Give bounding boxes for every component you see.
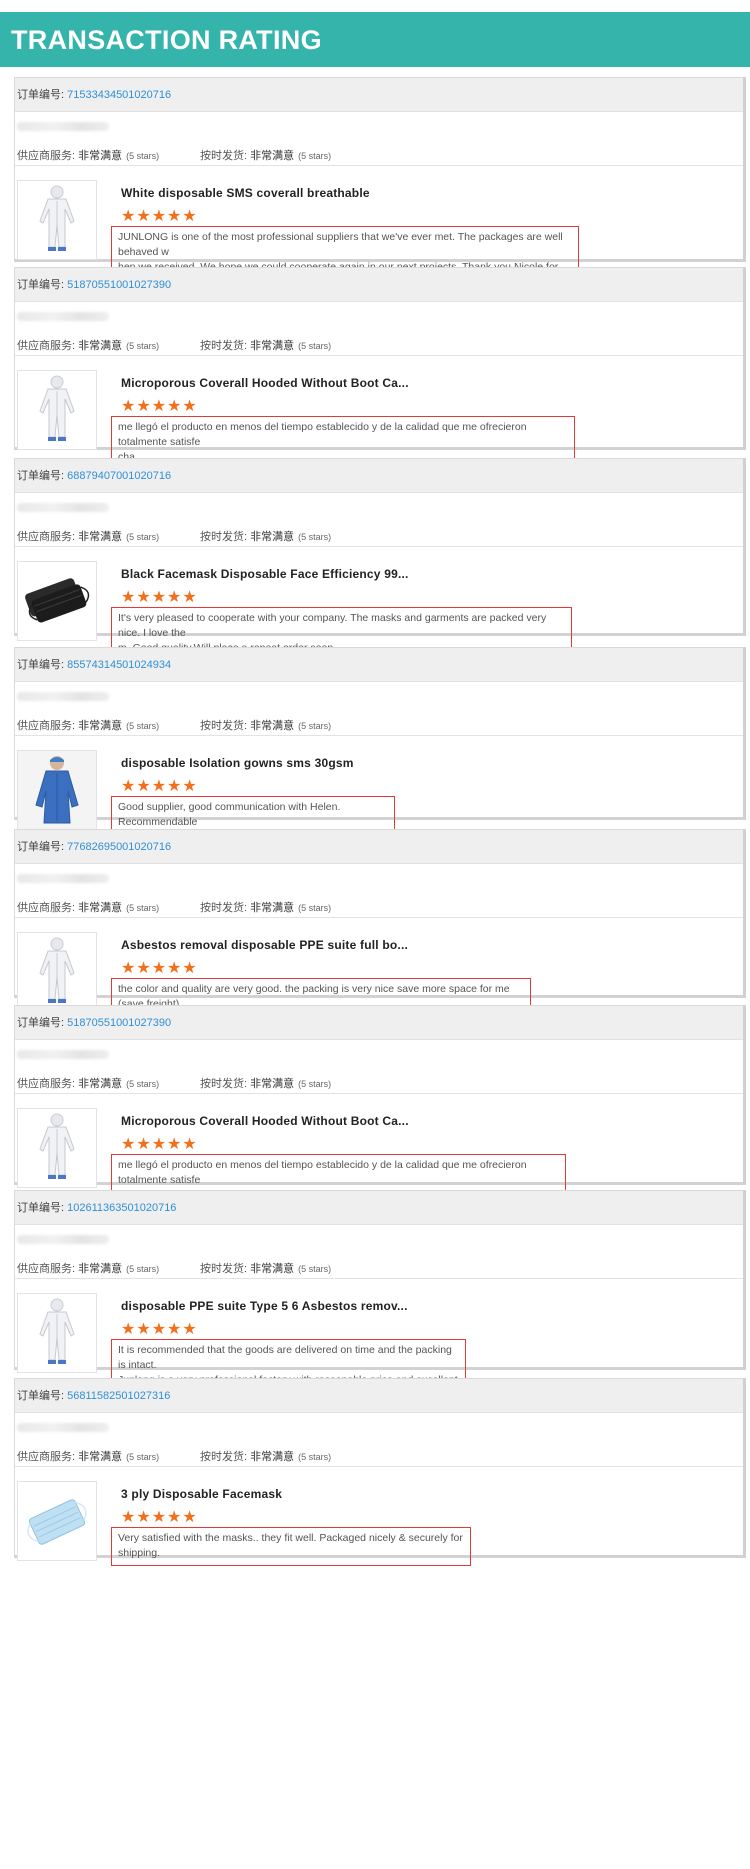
buyer-name-blurred — [15, 302, 743, 332]
rating-summary: 供应商服务: 非常满意 (5 stars) 按时发货: 非常满意 (5 stars) — [15, 894, 743, 918]
order-number-label: 订单编号: — [17, 279, 68, 291]
order-header: 订单编号: 56811582501027316 — [15, 1379, 743, 1413]
order-number-link[interactable]: 77682695001020716 — [67, 841, 171, 853]
order-number-link[interactable]: 51870551001027390 — [67, 279, 171, 291]
five-star-rating-icon: ★★★★★ — [121, 1321, 198, 1338]
order-number-link[interactable]: 68879407001020716 — [67, 470, 171, 482]
review-comment-line: It is recommended that the goods are del… — [118, 1344, 452, 1371]
rating-summary: 供应商服务: 非常满意 (5 stars) 按时发货: 非常满意 (5 stars) — [15, 332, 743, 356]
order-card: 订单编号: 85574314501024934 供应商服务: 非常满意 (5 st… — [14, 647, 746, 835]
order-number-label: 订单编号: — [17, 659, 68, 671]
buyer-name-blurred — [15, 1413, 743, 1443]
on-time-delivery-rating: 按时发货: 非常满意 (5 stars) — [200, 902, 332, 914]
buyer-name-blurred — [15, 112, 743, 142]
product-name[interactable]: Microporous Coverall Hooded Without Boot… — [121, 376, 409, 390]
order-number-label: 订单编号: — [17, 1390, 68, 1402]
rating-summary: 供应商服务: 非常满意 (5 stars) 按时发货: 非常满意 (5 stars) — [15, 523, 743, 547]
on-time-delivery-rating: 按时发货: 非常满意 (5 stars) — [200, 1451, 332, 1463]
review-comment: Very satisfied with the masks.. they fit… — [111, 1527, 471, 1566]
order-number-link[interactable]: 102611363501020716 — [67, 1202, 176, 1214]
order-header: 订单编号: 51870551001027390 — [15, 1006, 743, 1040]
on-time-delivery-rating: 按时发货: 非常满意 (5 stars) — [200, 1263, 332, 1275]
order-card: 订单编号: 102611363501020716 供应商服务: 非常满意 (5 s… — [14, 1190, 746, 1408]
supplier-service-rating: 供应商服务: 非常满意 (5 stars) — [17, 531, 160, 543]
order-number-label: 订单编号: — [17, 470, 68, 482]
buyer-name-blurred — [15, 682, 743, 712]
order-number-label: 订单编号: — [17, 1202, 68, 1214]
white-coverall-product-image[interactable] — [17, 1293, 97, 1373]
order-number-link[interactable]: 56811582501027316 — [67, 1390, 170, 1402]
five-star-rating-icon: ★★★★★ — [121, 1136, 198, 1153]
product-name[interactable]: disposable PPE suite Type 5 6 Asbestos r… — [121, 1299, 408, 1313]
white-coverall-product-image[interactable] — [17, 180, 97, 260]
product-name[interactable]: 3 ply Disposable Facemask — [121, 1487, 282, 1501]
order-number-link[interactable]: 85574314501024934 — [67, 659, 171, 671]
on-time-delivery-rating: 按时发货: 非常满意 (5 stars) — [200, 720, 332, 732]
supplier-service-rating: 供应商服务: 非常满意 (5 stars) — [17, 720, 160, 732]
five-star-rating-icon: ★★★★★ — [121, 208, 198, 225]
on-time-delivery-rating: 按时发货: 非常满意 (5 stars) — [200, 150, 332, 162]
five-star-rating-icon: ★★★★★ — [121, 1509, 198, 1526]
blue-gown-product-image[interactable] — [17, 750, 97, 830]
white-coverall-product-image[interactable] — [17, 932, 97, 1012]
page-title: TRANSACTION RATING — [11, 25, 322, 55]
black-facemask-product-image[interactable] — [17, 561, 97, 641]
review-comment-line: Very satisfied with the masks.. they fit… — [118, 1532, 463, 1559]
order-card: 订单编号: 51870551001027390 供应商服务: 非常满意 (5 st… — [14, 1005, 746, 1208]
rating-summary: 供应商服务: 非常满意 (5 stars) 按时发货: 非常满意 (5 stars) — [15, 142, 743, 166]
rating-summary: 供应商服务: 非常满意 (5 stars) 按时发货: 非常满意 (5 stars) — [15, 1070, 743, 1094]
supplier-service-rating: 供应商服务: 非常满意 (5 stars) — [17, 1263, 160, 1275]
review-comment-line: Good supplier, good communication with H… — [118, 801, 341, 828]
product-name[interactable]: Microporous Coverall Hooded Without Boot… — [121, 1114, 409, 1128]
buyer-name-blurred — [15, 493, 743, 523]
five-star-rating-icon: ★★★★★ — [121, 778, 198, 795]
buyer-name-blurred — [15, 1040, 743, 1070]
product-name[interactable]: Black Facemask Disposable Face Efficienc… — [121, 567, 409, 581]
order-header: 订单编号: 51870551001027390 — [15, 268, 743, 302]
order-header: 订单编号: 71533434501020716 — [15, 78, 743, 112]
supplier-service-rating: 供应商服务: 非常满意 (5 stars) — [17, 150, 160, 162]
order-number-label: 订单编号: — [17, 89, 68, 101]
review-comment-line: me llegó el producto en menos del tiempo… — [118, 421, 527, 448]
order-number-link[interactable]: 71533434501020716 — [67, 89, 171, 101]
rating-summary: 供应商服务: 非常满意 (5 stars) 按时发货: 非常满意 (5 stars) — [15, 1255, 743, 1279]
on-time-delivery-rating: 按时发货: 非常满意 (5 stars) — [200, 1078, 332, 1090]
supplier-service-rating: 供应商服务: 非常满意 (5 stars) — [17, 1078, 160, 1090]
page-header: TRANSACTION RATING — [0, 12, 750, 67]
blue-facemask-product-image[interactable] — [17, 1481, 97, 1561]
white-coverall-product-image[interactable] — [17, 370, 97, 450]
product-name[interactable]: Asbestos removal disposable PPE suite fu… — [121, 938, 408, 952]
supplier-service-rating: 供应商服务: 非常满意 (5 stars) — [17, 340, 160, 352]
rating-summary: 供应商服务: 非常满意 (5 stars) 按时发货: 非常满意 (5 stars) — [15, 712, 743, 736]
order-card: 订单编号: 77682695001020716 供应商服务: 非常满意 (5 st… — [14, 829, 746, 1017]
supplier-service-rating: 供应商服务: 非常满意 (5 stars) — [17, 902, 160, 914]
rating-summary: 供应商服务: 非常满意 (5 stars) 按时发货: 非常满意 (5 stars) — [15, 1443, 743, 1467]
review-comment-line: It's very pleased to cooperate with your… — [118, 612, 547, 639]
buyer-name-blurred — [15, 864, 743, 894]
five-star-rating-icon: ★★★★★ — [121, 589, 198, 606]
on-time-delivery-rating: 按时发货: 非常满意 (5 stars) — [200, 340, 332, 352]
order-header: 订单编号: 77682695001020716 — [15, 830, 743, 864]
order-number-label: 订单编号: — [17, 841, 68, 853]
order-card: 订单编号: 51870551001027390 供应商服务: 非常满意 (5 st… — [14, 267, 746, 470]
five-star-rating-icon: ★★★★★ — [121, 398, 198, 415]
order-card: 订单编号: 71533434501020716 供应商服务: 非常满意 (5 st… — [14, 77, 746, 310]
supplier-service-rating: 供应商服务: 非常满意 (5 stars) — [17, 1451, 160, 1463]
order-header: 订单编号: 85574314501024934 — [15, 648, 743, 682]
order-number-link[interactable]: 51870551001027390 — [67, 1017, 171, 1029]
on-time-delivery-rating: 按时发货: 非常满意 (5 stars) — [200, 531, 332, 543]
five-star-rating-icon: ★★★★★ — [121, 960, 198, 977]
review-comment-line: JUNLONG is one of the most professional … — [118, 231, 563, 258]
product-review: 3 ply Disposable Facemask ★★★★★ Very sat… — [15, 1467, 743, 1607]
white-coverall-product-image[interactable] — [17, 1108, 97, 1188]
order-card: 订单编号: 68879407001020716 供应商服务: 非常满意 (5 st… — [14, 458, 746, 661]
buyer-name-blurred — [15, 1225, 743, 1255]
product-name[interactable]: White disposable SMS coverall breathable — [121, 186, 370, 200]
order-number-label: 订单编号: — [17, 1017, 68, 1029]
order-header: 订单编号: 68879407001020716 — [15, 459, 743, 493]
product-name[interactable]: disposable Isolation gowns sms 30gsm — [121, 756, 354, 770]
order-card: 订单编号: 56811582501027316 供应商服务: 非常满意 (5 st… — [14, 1378, 746, 1566]
order-header: 订单编号: 102611363501020716 — [15, 1191, 743, 1225]
review-comment-line: me llegó el producto en menos del tiempo… — [118, 1159, 527, 1186]
